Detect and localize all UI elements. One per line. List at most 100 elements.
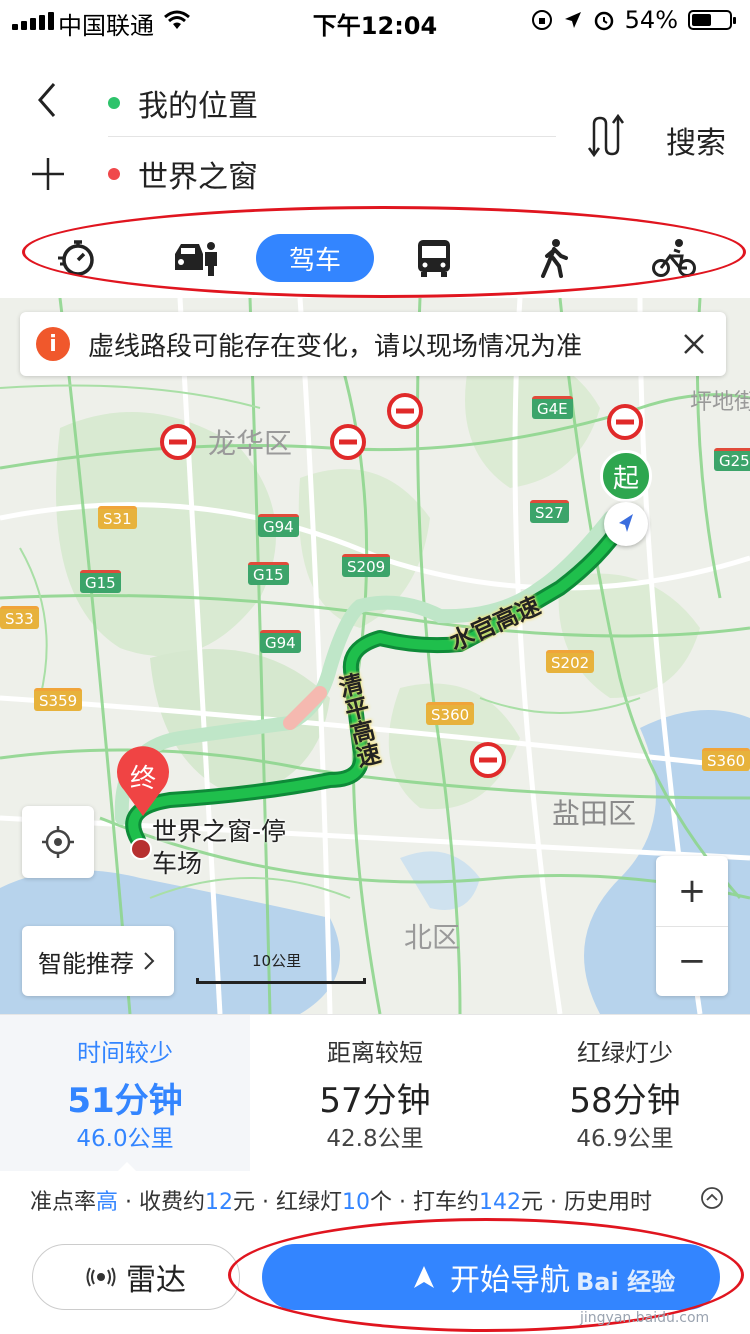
highway-shield: S202 [546,650,595,673]
map-scale-bar [196,978,366,984]
route-info-line[interactable]: 准点率高 · 收费约12元 · 红绿灯10个 · 打车约142元 · 历史用时 [0,1174,750,1226]
highway-shield: G94 [260,630,301,653]
battery-icon [688,10,736,30]
route-tag: 时间较少 [77,1039,173,1067]
back-icon[interactable] [30,78,70,122]
highway-shield: G15 [80,570,121,593]
travel-mode-tabs: 驾车 [0,226,750,290]
location-arrow-icon [564,12,581,28]
zoom-in-button[interactable]: + [656,856,728,927]
tab-bike[interactable] [644,230,704,286]
end-point-dot [130,838,152,860]
highway-shield: S31 [98,506,137,529]
route-notice-banner: i 虚线路段可能存在变化，请以现场情况为准 [20,312,726,376]
status-bar: 中国联通 下午12:04 54% [0,0,750,40]
info-part: 准点率 [30,1190,97,1215]
highway-shield: S359 [34,688,83,711]
map-canvas [0,298,750,1014]
end-marker-label: 终 [129,764,156,794]
destination-map-label: 世界之窗-停 车场 [152,816,286,880]
zoom-controls: + − [656,856,728,996]
stopwatch-icon [58,240,94,276]
highway-shield: S360 [426,702,475,725]
tab-drive[interactable]: 驾车 [256,234,374,282]
route-tag: 距离较短 [327,1039,423,1067]
info-part: 个 · 打车约 [370,1190,479,1215]
radar-label: 雷达 [126,1263,186,1298]
chevron-up-icon[interactable] [700,1186,724,1210]
zoom-out-button[interactable]: − [656,926,728,996]
notice-text: 虚线路段可能存在变化，请以现场情况为准 [88,331,583,362]
info-part: 元 · 历史用时 [520,1190,652,1215]
bus-icon [418,240,450,277]
highway-shield: G25 [714,448,750,471]
selected-notch [117,1162,137,1172]
tab-fastest[interactable] [46,230,106,286]
route-option-1[interactable]: 时间较少 51分钟 46.0公里 [0,1015,250,1172]
highway-shield: S27 [530,500,569,523]
info-value: 高 [96,1190,119,1215]
tab-bus[interactable] [404,230,464,286]
route-duration: 57分钟 [319,1081,431,1121]
route-tag: 红绿灯少 [577,1039,673,1067]
alarm-icon [594,11,613,31]
route-distance: 42.8公里 [326,1126,424,1152]
navigation-arrow-icon [414,1266,434,1288]
destination-map-label-line1: 世界之窗-停 [152,817,287,846]
orientation-lock-icon [531,10,552,30]
map-scale-label: 10公里 [252,952,302,970]
add-waypoint-icon[interactable] [28,154,68,194]
locate-button[interactable] [22,806,94,878]
route-info-text: 准点率高 · 收费约12元 · 红绿灯10个 · 打车约142元 · 历史用时 [30,1184,652,1216]
district-label-longhua: 龙华区 [208,427,293,460]
origin-field[interactable]: 我的位置 [108,70,556,137]
crosshair-icon [42,826,74,858]
destination-map-label-line2: 车场 [152,849,203,878]
search-button[interactable]: 搜索 [666,118,726,162]
car-person-icon [175,242,217,276]
close-icon[interactable] [676,326,712,362]
chevron-right-icon [144,952,155,970]
district-label-yantian: 盐田区 [552,797,637,830]
radar-icon [86,1267,116,1287]
highway-shield: G15 [248,562,289,585]
route-duration: 58分钟 [569,1081,681,1121]
highway-shield: S33 [0,606,39,629]
smart-recommend-button[interactable]: 智能推荐 [22,926,174,996]
route-distance: 46.9公里 [576,1126,674,1152]
current-location-icon [604,502,648,546]
destination-field[interactable]: 世界之窗 [108,144,556,204]
start-marker: 起 [600,450,652,502]
map-scale: 10公里 [196,950,366,986]
end-marker: 终 [114,746,172,818]
info-value: 12 [205,1190,234,1215]
info-part: · 收费约 [118,1190,206,1215]
walking-icon [541,239,568,278]
info-value: 10 [342,1190,370,1215]
start-marker-label: 起 [612,463,639,494]
radar-button[interactable]: 雷达 [32,1244,240,1310]
highway-shield: G4E [532,396,573,419]
map-view[interactable]: G4E S27 G25 S31 G94 G15 S209 G15 G94 S202 S360 S359… [0,298,750,1014]
route-option-2[interactable]: 距离较短 57分钟 42.8公里 [250,1015,500,1171]
highway-shield: G94 [258,514,299,537]
tab-walk[interactable] [524,230,584,286]
origin-label: 我的位置 [138,89,258,124]
route-duration: 51分钟 [67,1081,183,1121]
tab-taxi[interactable] [166,230,226,286]
start-navigation-label: 开始导航 [450,1263,570,1298]
swap-icon[interactable] [586,114,626,158]
info-value: 142 [478,1190,521,1215]
bicycle-icon [652,239,696,277]
baidu-watermark: Bai 经验 [576,1268,676,1296]
info-part: 元 · 红绿灯 [233,1190,342,1215]
highway-shield: S360 [702,748,750,771]
origin-dot [108,97,120,109]
battery-percent: 54% [624,6,678,34]
route-options: 时间较少 51分钟 46.0公里 距离较短 57分钟 42.8公里 红绿灯少 5… [0,1014,750,1172]
district-label-north: 北区 [404,921,461,954]
route-option-3[interactable]: 红绿灯少 58分钟 46.9公里 [500,1015,750,1171]
destination-label: 世界之窗 [138,160,258,195]
destination-dot [108,168,120,180]
highway-shield: S209 [342,554,391,577]
